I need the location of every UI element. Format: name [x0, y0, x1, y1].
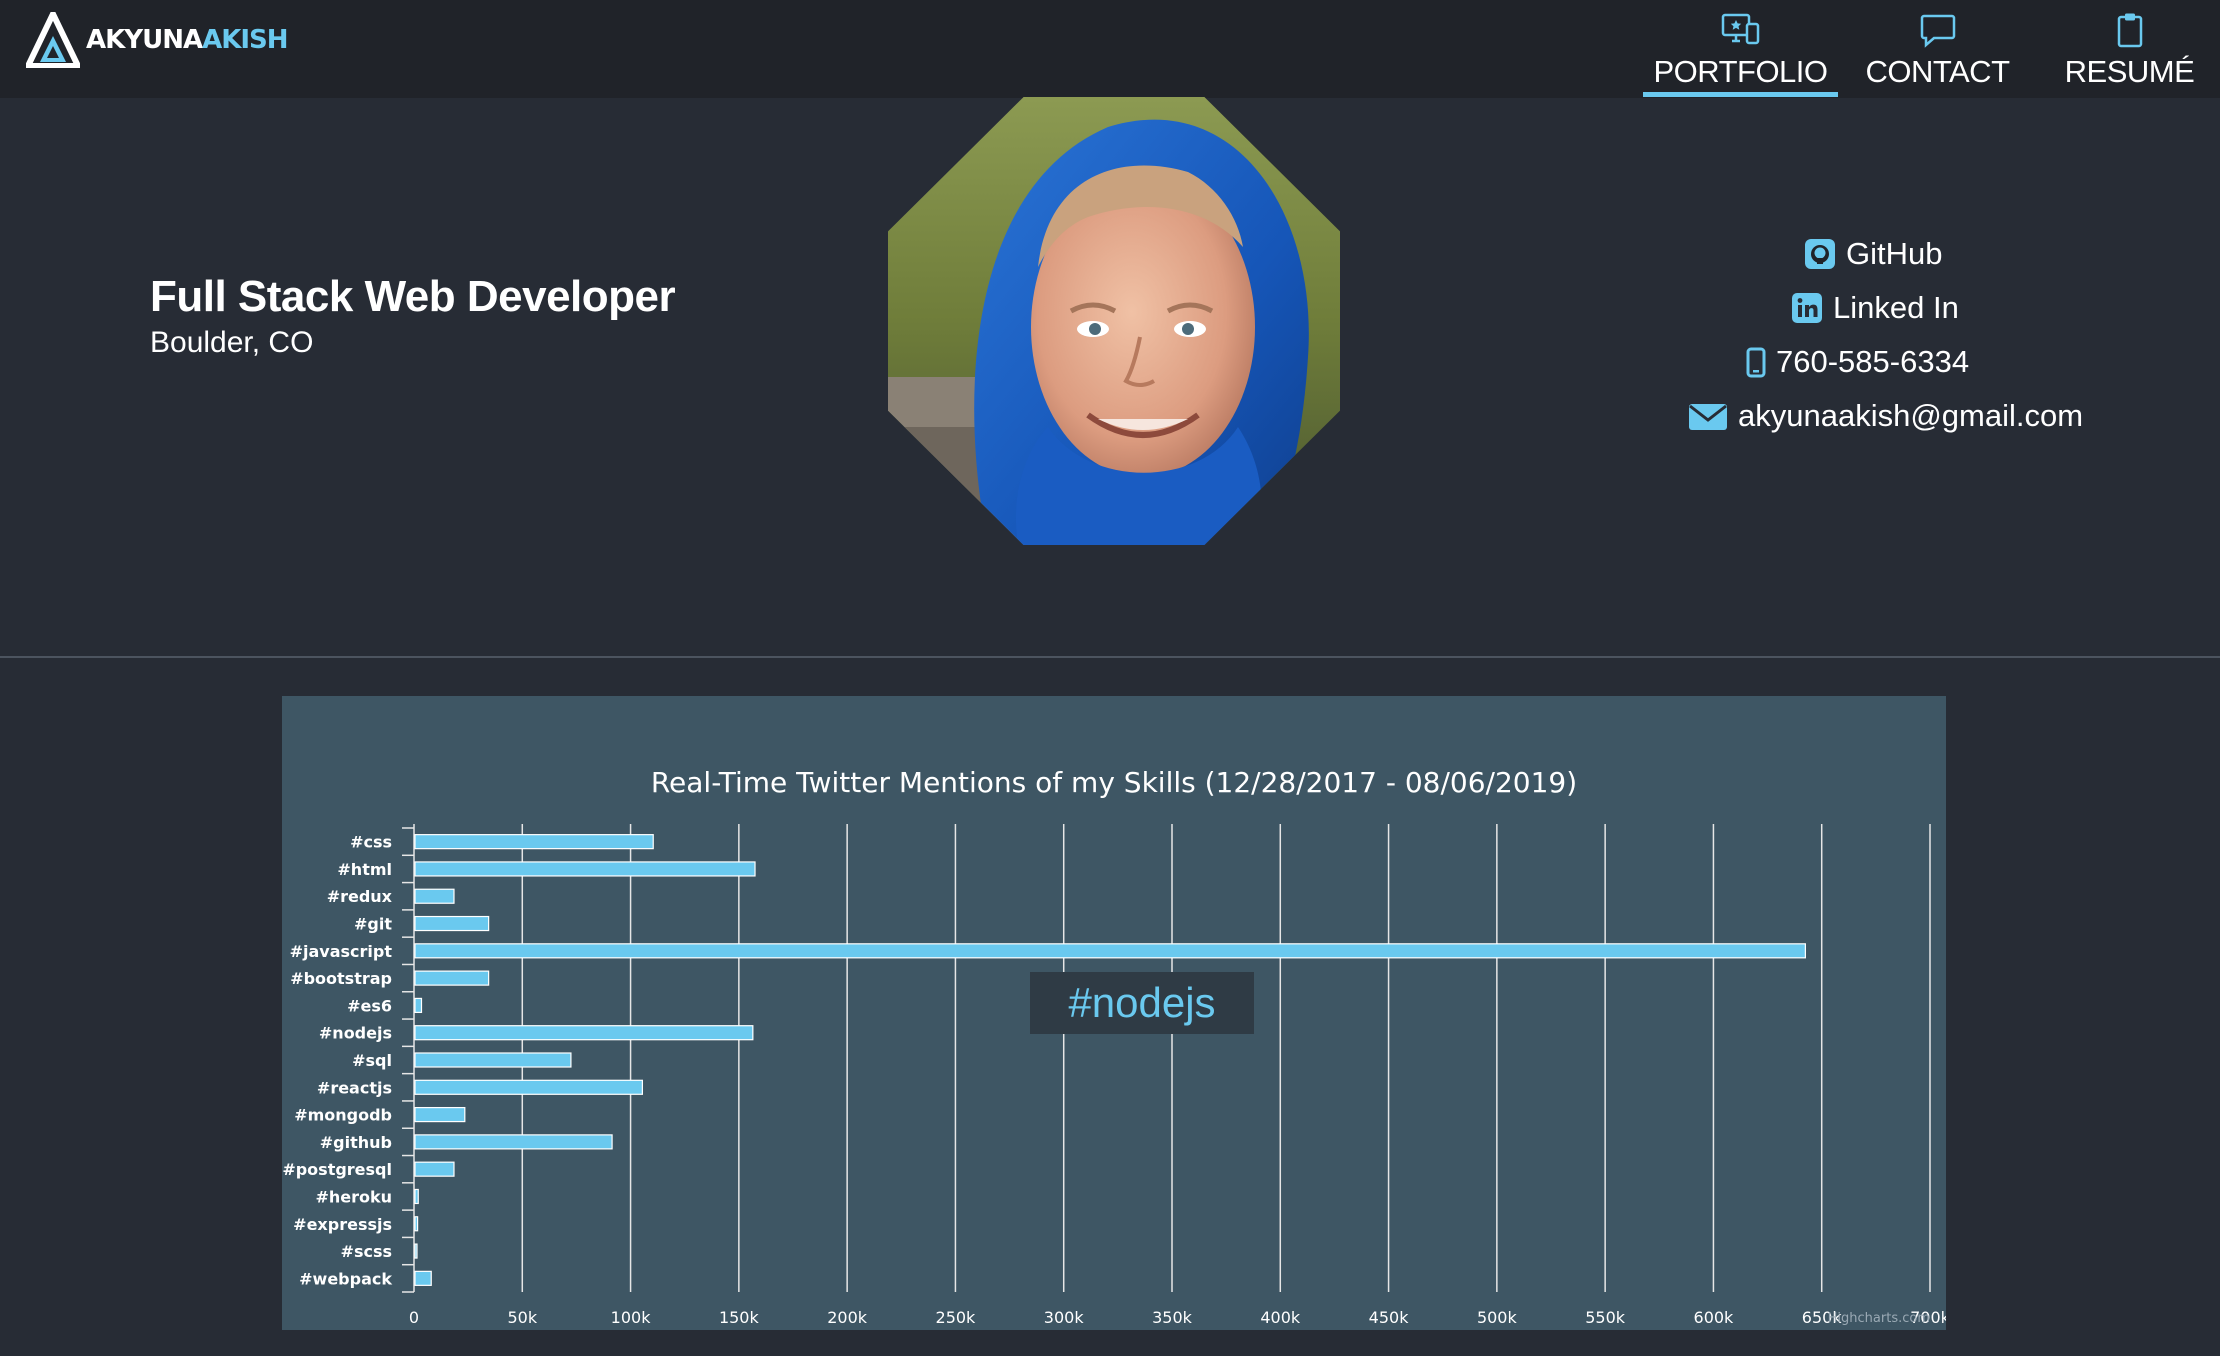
bar — [414, 1188, 419, 1205]
nav-label: CONTACT — [1865, 54, 2010, 89]
nav-contact[interactable]: CONTACT — [1840, 0, 2035, 98]
logo-icon — [26, 12, 80, 68]
x-tick-label: 450k — [1369, 1308, 1410, 1327]
bar — [414, 861, 756, 877]
bar — [414, 1270, 432, 1286]
bar — [414, 997, 423, 1014]
location-text: Boulder, CO — [150, 326, 314, 359]
x-tick-label: 100k — [611, 1308, 652, 1327]
bar — [414, 1106, 466, 1123]
bar — [414, 834, 654, 850]
category-label: #bootstrap — [290, 969, 392, 988]
category-label: #javascript — [290, 942, 393, 961]
nav-label: RESUMÉ — [2064, 54, 2195, 89]
top-navbar: AKYUNAAKISH PORTFOLIO CONTACT RESUMÉ — [0, 0, 2220, 98]
category-label: #css — [350, 833, 392, 852]
chart-tooltip: #nodejs — [1030, 972, 1254, 1034]
github-link[interactable]: GitHub — [1804, 236, 1942, 272]
bar — [414, 915, 490, 932]
category-label: #es6 — [347, 996, 392, 1015]
monitor-star-icon — [1721, 13, 1759, 45]
category-label: #heroku — [315, 1187, 392, 1206]
bar — [414, 1161, 455, 1177]
category-label: #webpack — [299, 1269, 392, 1288]
bar — [414, 1243, 418, 1259]
email-link[interactable]: akyunaakish@gmail.com — [1688, 398, 2083, 434]
nav-label: PORTFOLIO — [1653, 54, 1828, 89]
bar — [414, 1216, 419, 1232]
category-label: #postgresql — [282, 1160, 392, 1179]
phone-link[interactable]: 760-585-6334 — [1746, 344, 1969, 380]
bar — [414, 1025, 754, 1041]
bar — [414, 943, 1806, 959]
chart-title: Real-Time Twitter Mentions of my Skills … — [651, 766, 1577, 799]
phone-number: 760-585-6334 — [1776, 344, 1970, 379]
x-tick-label: 0 — [409, 1308, 419, 1327]
category-label: #expressjs — [293, 1215, 392, 1234]
category-label: #redux — [327, 887, 393, 906]
bar — [414, 970, 490, 986]
category-label: #git — [354, 915, 392, 934]
linkedin-label: Linked In — [1833, 290, 1959, 325]
brand-name: AKYUNAAKISH — [86, 25, 289, 55]
x-tick-label: 250k — [936, 1308, 977, 1327]
bar — [414, 1079, 643, 1095]
github-label: GitHub — [1846, 236, 1943, 271]
page-title: Full Stack Web Developer — [150, 272, 676, 321]
nav-resume[interactable]: RESUMÉ — [2032, 0, 2220, 98]
phone-icon — [1746, 347, 1766, 378]
category-label: #nodejs — [319, 1024, 392, 1043]
bar — [414, 1134, 613, 1150]
category-label: #sql — [352, 1051, 392, 1070]
bar — [414, 888, 455, 904]
category-label: #reactjs — [317, 1078, 392, 1097]
email-address: akyunaakish@gmail.com — [1738, 398, 2084, 433]
section-divider — [0, 656, 2220, 658]
x-tick-label: 300k — [1044, 1308, 1085, 1327]
category-label: #mongodb — [294, 1106, 392, 1125]
category-label: #html — [337, 860, 392, 879]
category-label: #scss — [341, 1242, 392, 1261]
x-tick-label: 600k — [1694, 1308, 1735, 1327]
skills-chart: Real-Time Twitter Mentions of my Skills … — [282, 696, 1946, 1330]
nav-portfolio[interactable]: PORTFOLIO — [1643, 0, 1838, 98]
envelope-icon — [1689, 404, 1727, 430]
x-tick-label: 200k — [827, 1308, 868, 1327]
clipboard-icon — [2117, 13, 2142, 48]
bar — [414, 1052, 572, 1068]
brand-logo[interactable]: AKYUNAAKISH — [26, 12, 289, 68]
github-icon — [1805, 239, 1835, 269]
x-tick-label: 500k — [1477, 1308, 1518, 1327]
x-tick-label: 550k — [1585, 1308, 1626, 1327]
x-tick-label: 50k — [507, 1308, 537, 1327]
x-tick-label: 150k — [719, 1308, 760, 1327]
chat-bubble-icon — [1920, 14, 1955, 48]
x-tick-label: 400k — [1260, 1308, 1301, 1327]
linkedin-icon — [1792, 293, 1822, 323]
chart-credits: Highcharts.com — [1828, 1311, 1930, 1326]
profile-photo — [888, 97, 1340, 545]
active-tab-indicator — [1643, 92, 1838, 97]
category-label: #github — [320, 1133, 392, 1152]
x-tick-label: 350k — [1152, 1308, 1193, 1327]
linkedin-link[interactable]: Linked In — [1791, 290, 1959, 326]
